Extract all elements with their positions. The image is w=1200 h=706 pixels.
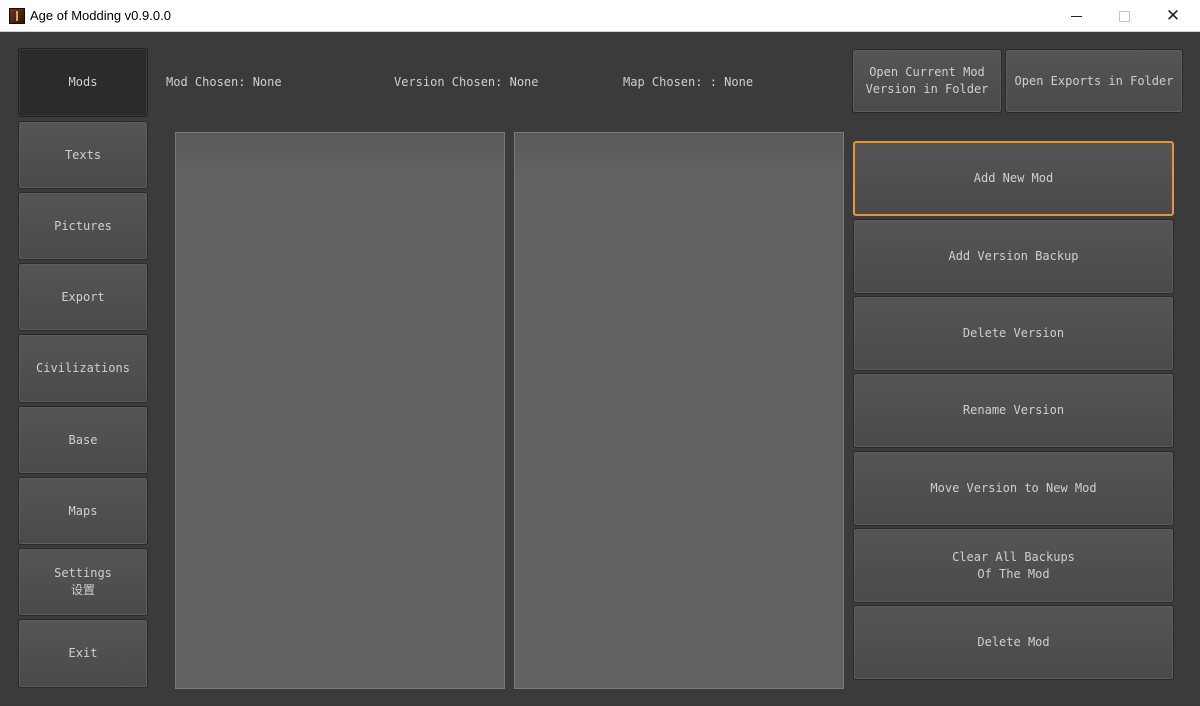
versions-list[interactable] bbox=[514, 132, 844, 689]
map-chosen-label: Map Chosen: : None bbox=[623, 75, 754, 89]
delete-version-button[interactable]: Delete Version bbox=[853, 296, 1174, 371]
add-new-mod-button[interactable]: Add New Mod bbox=[853, 141, 1174, 216]
maximize-button[interactable] bbox=[1101, 0, 1147, 32]
add-version-backup-button[interactable]: Add Version Backup bbox=[853, 219, 1174, 294]
sidebar-item-mods[interactable]: Mods bbox=[18, 48, 148, 117]
minimize-icon bbox=[1070, 15, 1082, 17]
sidebar-item-base[interactable]: Base bbox=[18, 406, 148, 474]
clear-all-backups-button[interactable]: Clear All Backups Of The Mod bbox=[853, 528, 1174, 603]
close-button[interactable]: ✕ bbox=[1150, 0, 1196, 32]
close-icon: ✕ bbox=[1165, 6, 1181, 26]
sidebar-item-civilizations[interactable]: Civilizations bbox=[18, 334, 148, 403]
window-title: Age of Modding v0.9.0.0 bbox=[30, 8, 171, 23]
title-bar: Age of Modding v0.9.0.0 ✕ bbox=[0, 0, 1200, 32]
app-icon bbox=[9, 8, 25, 24]
rename-version-button[interactable]: Rename Version bbox=[853, 373, 1174, 448]
main-area: Mods Texts Pictures Export Civilizations… bbox=[1, 32, 1199, 705]
delete-mod-button[interactable]: Delete Mod bbox=[853, 605, 1174, 680]
sidebar-item-exit[interactable]: Exit bbox=[18, 619, 148, 688]
maximize-icon bbox=[1118, 10, 1130, 22]
move-version-to-new-mod-button[interactable]: Move Version to New Mod bbox=[853, 451, 1174, 526]
version-chosen-label: Version Chosen: None bbox=[394, 75, 539, 89]
mods-list[interactable] bbox=[175, 132, 505, 689]
open-current-version-folder-button[interactable]: Open Current Mod Version in Folder bbox=[852, 49, 1002, 113]
sidebar-item-settings[interactable]: Settings 设置 bbox=[18, 548, 148, 616]
mod-chosen-label: Mod Chosen: None bbox=[166, 75, 282, 89]
open-exports-folder-button[interactable]: Open Exports in Folder bbox=[1005, 49, 1183, 113]
sidebar-item-texts[interactable]: Texts bbox=[18, 121, 148, 189]
sidebar-item-pictures[interactable]: Pictures bbox=[18, 192, 148, 260]
sidebar-item-maps[interactable]: Maps bbox=[18, 477, 148, 545]
minimize-button[interactable] bbox=[1053, 0, 1099, 32]
sidebar-item-export[interactable]: Export bbox=[18, 263, 148, 331]
